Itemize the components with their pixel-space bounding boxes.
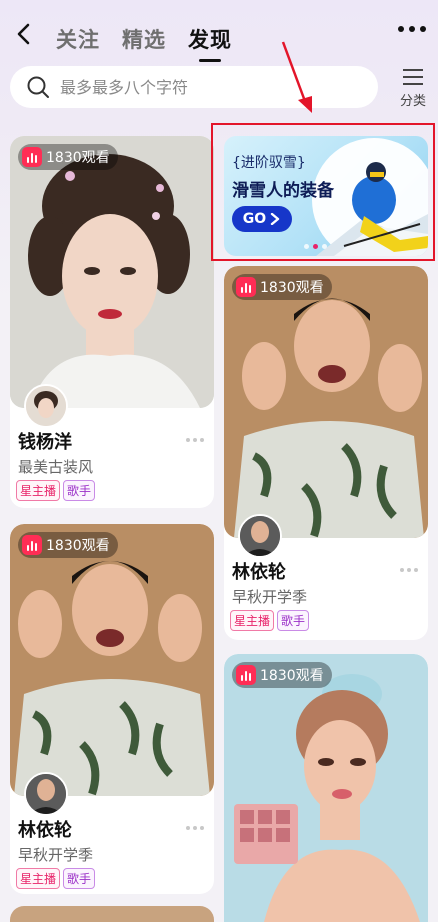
- streamer-name: 林依轮: [18, 820, 72, 841]
- viewer-count-badge: 1830观看: [232, 662, 332, 688]
- more-dots-icon[interactable]: [186, 438, 204, 442]
- live-bars-icon: [236, 277, 256, 297]
- tab-bar: 关注 精选 发现: [56, 24, 232, 54]
- tab-following[interactable]: 关注: [56, 24, 100, 54]
- back-button[interactable]: [12, 22, 36, 46]
- live-bars-icon: [22, 147, 42, 167]
- category-label: 分类: [399, 94, 426, 109]
- tag-list: 星主播 歌手: [16, 480, 96, 501]
- category-button[interactable]: 分类: [396, 64, 430, 109]
- live-description: 最美古装风: [18, 458, 94, 476]
- search-bar[interactable]: [10, 66, 378, 108]
- live-description: 早秋开学季: [232, 588, 308, 606]
- tag-list: 星主播 歌手: [230, 610, 310, 631]
- tag-badge: 星主播: [16, 480, 61, 501]
- tag-list: 星主播 歌手: [16, 868, 96, 889]
- live-description: 早秋开学季: [18, 846, 94, 864]
- tag-badge: 歌手: [63, 868, 96, 889]
- tab-featured[interactable]: 精选: [122, 24, 166, 54]
- tag-badge: 歌手: [277, 610, 310, 631]
- tag-badge: 星主播: [230, 610, 275, 631]
- tag-badge: 歌手: [63, 480, 96, 501]
- viewer-count-badge: 1830观看: [18, 144, 118, 170]
- viewer-count-badge: 1830观看: [18, 532, 118, 558]
- menu-lines-icon: [403, 69, 423, 85]
- live-cover-image: [10, 136, 214, 408]
- avatar[interactable]: [238, 514, 282, 558]
- streamer-name: 钱杨洋: [18, 432, 72, 453]
- search-input[interactable]: [60, 77, 350, 97]
- live-card[interactable]: 1830观看 钱杨洋 最美古装风 星主播 歌手: [10, 136, 214, 508]
- more-options-button[interactable]: [398, 26, 426, 32]
- top-nav-bar: 关注 精选 发现: [0, 0, 438, 64]
- search-icon: [27, 76, 49, 98]
- live-card[interactable]: [10, 906, 214, 922]
- back-arrow-icon: [17, 23, 30, 45]
- live-bars-icon: [236, 665, 256, 685]
- live-card[interactable]: 1830观看: [224, 654, 428, 922]
- avatar[interactable]: [24, 772, 68, 816]
- annotation-highlight-box: [211, 123, 435, 261]
- streamer-name: 林依轮: [232, 562, 286, 583]
- more-dots-icon[interactable]: [186, 826, 204, 830]
- tab-discover[interactable]: 发现: [188, 24, 232, 54]
- tag-badge: 星主播: [16, 868, 61, 889]
- avatar[interactable]: [24, 384, 68, 428]
- live-cover-image: [224, 654, 428, 922]
- live-card[interactable]: 1830观看 林依轮 早秋开学季 星主播 歌手: [224, 266, 428, 640]
- live-cover-image: [10, 524, 214, 796]
- live-bars-icon: [22, 535, 42, 555]
- live-cover-image: [224, 266, 428, 538]
- live-card[interactable]: 1830观看 林依轮 早秋开学季 星主播 歌手: [10, 524, 214, 894]
- more-dots-icon[interactable]: [400, 568, 418, 572]
- viewer-count-badge: 1830观看: [232, 274, 332, 300]
